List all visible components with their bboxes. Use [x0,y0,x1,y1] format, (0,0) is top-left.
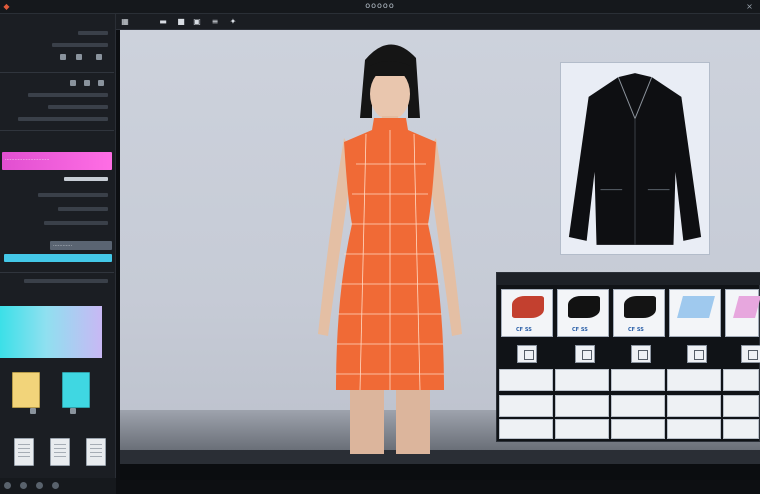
library-cell[interactable] [555,369,609,391]
grid-icon[interactable]: ▦ [120,17,130,27]
garment-library-panel: CF SS CF SS CF SS [496,272,760,442]
list-icon[interactable]: ≡ [210,17,220,27]
library-cell[interactable] [723,395,759,417]
select-button[interactable] [575,345,595,363]
progress-slider[interactable] [4,254,112,262]
divider [0,130,114,131]
eye-icon[interactable] [52,482,59,489]
library-cell[interactable] [667,395,721,417]
apply-button[interactable]: ............ [50,241,112,250]
active-layer-bar[interactable]: ............................ [2,152,112,170]
document-icon[interactable] [14,438,34,466]
sidebar-row[interactable] [0,218,112,228]
save-icon[interactable]: ■ [176,17,186,27]
panel-header [497,273,760,285]
document-icon[interactable] [50,438,70,466]
sidebar-row[interactable] [0,90,112,100]
color-gradient-picker[interactable] [0,306,102,358]
sidebar-row[interactable] [0,114,112,124]
left-leg [350,390,384,454]
library-cell[interactable] [611,395,665,417]
window-title: ooooo [365,1,395,10]
garment-thumb[interactable] [725,289,760,337]
color-swatch-yellow[interactable] [12,372,40,408]
select-button[interactable] [741,345,760,363]
black-blazer [568,73,702,245]
garment-thumb[interactable]: CF SS [613,289,665,337]
sidebar-row[interactable] [0,174,112,184]
sidebar-row[interactable] [0,276,112,286]
select-button[interactable] [517,345,537,363]
library-cell[interactable] [555,419,609,439]
sidebar-row[interactable] [0,52,112,62]
main-toolbar: ▦ ▬ ■ ▣ ≡ ✦ [116,14,760,30]
library-cell[interactable] [723,419,759,439]
color-swatch-cyan[interactable] [62,372,90,408]
select-button[interactable] [687,345,707,363]
right-leg [396,390,430,454]
window-titlebar: ◆ ooooo × [0,0,760,14]
library-cell[interactable] [499,395,553,417]
sidebar-row[interactable] [0,78,112,88]
garment-thumb[interactable] [669,289,721,337]
close-icon[interactable]: × [745,2,754,11]
garment-thumb[interactable]: CF SS [501,289,553,337]
layers-icon[interactable] [20,482,27,489]
sidebar-row[interactable] [0,102,112,112]
sidebar-row[interactable] [0,28,112,38]
library-cell[interactable] [499,419,553,439]
avatar-model[interactable] [310,34,470,454]
library-cell[interactable] [667,419,721,439]
library-cell[interactable] [667,369,721,391]
status-bar [120,464,760,480]
document-icon[interactable] [86,438,106,466]
brush-icon[interactable] [36,482,43,489]
library-cell[interactable] [611,369,665,391]
divider [0,72,114,73]
sidebar-row[interactable] [0,190,112,200]
properties-sidebar: ............................ ...........… [0,14,116,494]
divider [0,272,114,273]
select-button[interactable] [631,345,651,363]
sidebar-footer [0,478,116,494]
settings-icon[interactable] [4,482,11,489]
sidebar-row[interactable] [0,40,112,50]
library-cell[interactable] [555,395,609,417]
reference-jacket-card[interactable] [560,62,710,255]
library-cell[interactable] [723,369,759,391]
library-cell[interactable] [499,369,553,391]
copy-icon[interactable]: ▣ [192,17,202,27]
sidebar-row[interactable] [0,406,112,416]
folder-icon[interactable]: ▬ [158,17,168,27]
garment-thumb[interactable]: CF SS [557,289,609,337]
sidebar-row[interactable] [0,204,112,214]
library-cell[interactable] [611,419,665,439]
star-icon[interactable]: ✦ [228,17,238,27]
